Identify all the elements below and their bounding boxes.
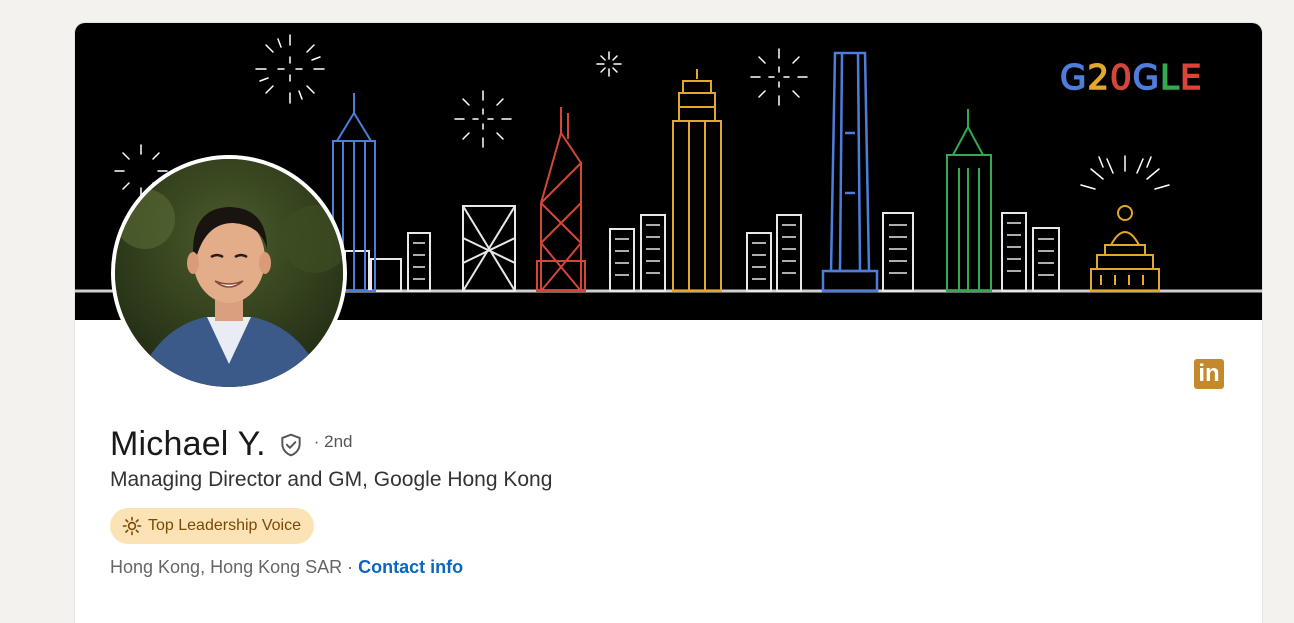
white-buildings bbox=[344, 205, 1060, 292]
logo-letter: G bbox=[1132, 57, 1160, 98]
logo-letter: G bbox=[1059, 57, 1088, 98]
profile-card: G20GLE in Michael Y. · 2nd Managing Dire… bbox=[75, 23, 1262, 623]
connection-degree: · 2nd bbox=[313, 431, 353, 451]
name-row: Michael Y. · 2nd bbox=[110, 425, 352, 464]
logo-letter: 0 bbox=[1109, 57, 1133, 98]
badge-label: Top Leadership Voice bbox=[148, 517, 301, 534]
buddha-statue bbox=[1090, 205, 1160, 292]
top-leadership-voice-badge[interactable]: Top Leadership Voice bbox=[110, 508, 314, 544]
orange-tower bbox=[672, 69, 722, 292]
profile-photo[interactable] bbox=[111, 155, 347, 391]
profile-location: Hong Kong, Hong Kong SAR bbox=[110, 557, 343, 577]
linkedin-icon[interactable]: in bbox=[1194, 359, 1224, 389]
profile-name: Michael Y. bbox=[110, 425, 266, 463]
lightbulb-icon bbox=[122, 516, 142, 536]
logo-letter: E bbox=[1179, 57, 1203, 98]
verified-shield-icon[interactable] bbox=[278, 432, 304, 458]
green-tower bbox=[946, 109, 992, 292]
google-anniversary-logo: G20GLE bbox=[1059, 57, 1203, 98]
profile-headline: Managing Director and GM, Google Hong Ko… bbox=[110, 468, 553, 491]
red-tower bbox=[536, 107, 586, 292]
avatar-image bbox=[115, 159, 343, 387]
logo-letter: 2 bbox=[1087, 57, 1110, 98]
separator-dot: · bbox=[342, 557, 359, 577]
location-row: Hong Kong, Hong Kong SAR · Contact info bbox=[110, 557, 463, 578]
logo-letter: L bbox=[1159, 57, 1180, 98]
contact-info-link[interactable]: Contact info bbox=[358, 557, 463, 577]
icc-tower bbox=[821, 51, 879, 293]
